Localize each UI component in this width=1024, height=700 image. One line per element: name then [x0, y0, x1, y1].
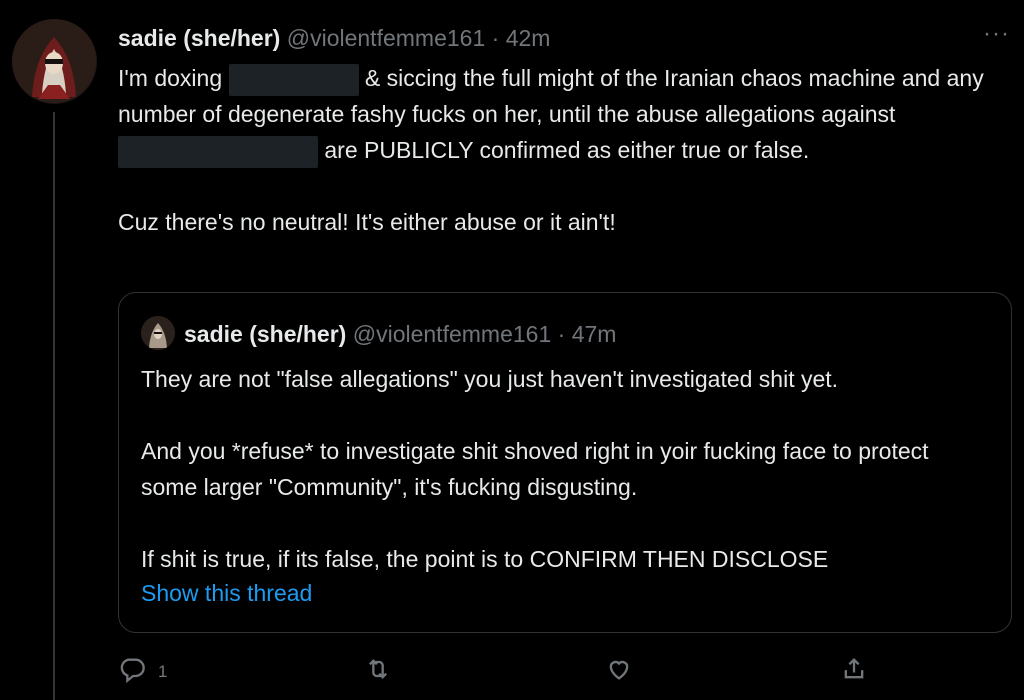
redacted-name-2: [118, 135, 318, 168]
thread-line: [53, 112, 55, 700]
reply-button[interactable]: 1: [118, 655, 167, 688]
redacted-name-1: [228, 63, 359, 96]
quoted-separator: ·: [557, 321, 566, 347]
separator: ·: [491, 25, 500, 51]
quoted-author-name[interactable]: sadie (she/her): [184, 321, 346, 347]
quoted-avatar[interactable]: [141, 316, 175, 350]
like-icon: [605, 655, 633, 688]
quoted-paragraph-1: They are not "false allegations" you jus…: [141, 366, 839, 392]
action-bar: 1: [118, 655, 878, 695]
tweet-text-part-4: Cuz there's no neutral! It's either abus…: [118, 209, 616, 235]
tweet-body: I'm doxing & siccing the full might of t…: [118, 60, 1008, 240]
retweet-icon: [364, 655, 392, 688]
avatar[interactable]: [12, 19, 97, 104]
like-button[interactable]: [605, 655, 645, 688]
quoted-body: They are not "false allegations" you jus…: [141, 361, 991, 577]
reply-count: 1: [158, 661, 168, 681]
quoted-header: sadie (she/her) @violentfemme161 · 47m: [184, 319, 616, 349]
tweet-text-part-3: are PUBLICLY confirmed as either true or…: [324, 137, 810, 163]
author-handle[interactable]: @violentfemme161: [287, 25, 486, 51]
quoted-author-handle[interactable]: @violentfemme161: [353, 321, 552, 347]
quoted-tweet[interactable]: sadie (she/her) @violentfemme161 · 47m T…: [118, 292, 1012, 633]
reply-icon: [118, 655, 146, 688]
quoted-paragraph-2: And you *refuse* to investigate shit sho…: [141, 438, 929, 500]
tweet-text-part-1: I'm doxing: [118, 65, 223, 91]
tweet-header: sadie (she/her) @violentfemme161 · 42m: [118, 23, 550, 53]
share-icon: [840, 655, 868, 688]
share-button[interactable]: [840, 655, 880, 688]
tweet[interactable]: sadie (she/her) @violentfemme161 · 42m ·…: [0, 0, 1024, 700]
more-icon[interactable]: ···: [983, 20, 1010, 48]
retweet-button[interactable]: [364, 655, 404, 688]
quoted-time[interactable]: 47m: [572, 321, 617, 347]
show-thread-link[interactable]: Show this thread: [141, 580, 312, 607]
tweet-time[interactable]: 42m: [506, 25, 551, 51]
quoted-paragraph-3: If shit is true, if its false, the point…: [141, 546, 829, 572]
author-name[interactable]: sadie (she/her): [118, 25, 280, 51]
